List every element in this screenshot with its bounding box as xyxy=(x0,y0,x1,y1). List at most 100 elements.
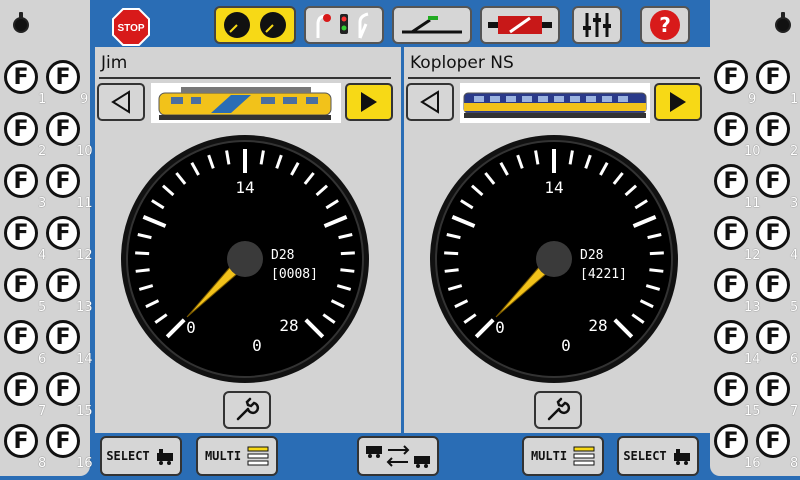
function-key[interactable]: F 11 xyxy=(714,164,761,211)
function-key[interactable]: F 15 xyxy=(46,372,93,419)
svg-text:STOP: STOP xyxy=(117,23,144,34)
function-key[interactable]: F 12 xyxy=(46,216,93,263)
loco-icon xyxy=(156,449,173,465)
loco-image[interactable] xyxy=(460,83,650,123)
function-key-number: 1 xyxy=(790,92,799,107)
gauge-tick xyxy=(135,268,150,273)
function-key[interactable]: F7 xyxy=(756,372,798,419)
function-key[interactable]: F 10 xyxy=(46,112,93,159)
function-key[interactable]: F 14 xyxy=(46,320,93,367)
list-icon xyxy=(247,446,269,466)
function-key[interactable]: F6 xyxy=(4,320,46,367)
function-key[interactable]: F 13 xyxy=(714,268,761,315)
gauge-label-max: 28 xyxy=(279,316,298,335)
handset-icon[interactable] xyxy=(12,12,30,34)
multi-label: MULTI xyxy=(530,449,568,463)
multi-button-right[interactable]: MULTI xyxy=(522,436,604,476)
wrench-button[interactable] xyxy=(223,391,271,429)
function-key[interactable]: F 15 xyxy=(714,372,761,419)
function-key[interactable]: F5 xyxy=(4,268,46,315)
help-icon: ? xyxy=(650,10,680,40)
loco-image[interactable] xyxy=(151,83,341,123)
function-key[interactable]: F9 xyxy=(46,60,88,107)
function-key[interactable]: F5 xyxy=(756,268,798,315)
function-key-symbol: F xyxy=(714,216,748,250)
function-key[interactable]: F 13 xyxy=(46,268,93,315)
function-key[interactable]: F 16 xyxy=(714,424,761,471)
forward-button[interactable] xyxy=(345,83,393,121)
function-key[interactable]: F2 xyxy=(4,112,46,159)
function-key[interactable]: F 12 xyxy=(714,216,761,263)
select-loco-button-left[interactable]: SELECT xyxy=(100,436,182,476)
function-key-symbol: F xyxy=(714,372,748,406)
loco-name: Koploper NS xyxy=(410,53,514,73)
speed-gauge[interactable]: 14 0 28 0 D28 [4221] xyxy=(428,133,680,385)
function-key[interactable]: F6 xyxy=(756,320,798,367)
function-key[interactable]: F 11 xyxy=(46,164,93,211)
track-layout-icon xyxy=(402,16,462,34)
gauge-tick xyxy=(340,268,355,273)
function-key[interactable]: F 10 xyxy=(714,112,761,159)
function-key[interactable]: F2 xyxy=(756,112,798,159)
gauge-tick xyxy=(135,251,150,256)
gauge-label-mid: 14 xyxy=(544,178,563,197)
function-key-symbol: F xyxy=(714,268,748,302)
settings-button[interactable] xyxy=(572,6,622,44)
divider xyxy=(99,77,391,79)
forward-button[interactable] xyxy=(654,83,702,121)
function-key-number: 2 xyxy=(790,144,799,159)
select-label: SELECT xyxy=(106,449,150,463)
function-key[interactable]: F1 xyxy=(756,60,798,107)
function-key[interactable]: F7 xyxy=(4,372,46,419)
gauge-tick xyxy=(444,251,459,256)
function-key-number: 5 xyxy=(790,300,799,315)
stop-button[interactable]: STOP xyxy=(112,8,150,46)
function-key-symbol: F xyxy=(46,112,80,146)
function-key-symbol: F xyxy=(46,216,80,250)
speed-readout: 0 xyxy=(561,336,571,355)
select-loco-button-right[interactable]: SELECT xyxy=(617,436,699,476)
function-key-symbol: F xyxy=(714,112,748,146)
function-key[interactable]: F4 xyxy=(756,216,798,263)
function-key[interactable]: F1 xyxy=(4,60,46,107)
locomotive-icon xyxy=(158,87,332,120)
reverse-button[interactable] xyxy=(97,83,145,121)
function-key-symbol: F xyxy=(46,320,80,354)
wrench-button[interactable] xyxy=(534,391,582,429)
function-key-symbol: F xyxy=(4,60,38,94)
function-key-number: 6 xyxy=(790,352,799,367)
loco-config-button[interactable] xyxy=(480,6,560,44)
function-key[interactable]: F8 xyxy=(756,424,798,471)
function-key[interactable]: F4 xyxy=(4,216,46,263)
track-layout-button[interactable] xyxy=(392,6,472,44)
multi-button-left[interactable]: MULTI xyxy=(196,436,278,476)
gauge-tick xyxy=(444,268,459,273)
function-key[interactable]: F 14 xyxy=(714,320,761,367)
multi-label: MULTI xyxy=(204,449,242,463)
handset-icon[interactable] xyxy=(774,12,792,34)
loco-name: Jim xyxy=(101,53,128,73)
divider xyxy=(408,77,700,79)
function-key[interactable]: F8 xyxy=(4,424,46,471)
reverse-button[interactable] xyxy=(406,83,454,121)
gauge-tick xyxy=(340,251,355,256)
speed-gauge[interactable]: 14 0 28 0 D28 [0008] xyxy=(119,133,371,385)
function-key[interactable]: F 16 xyxy=(46,424,93,471)
turnout-signal-button[interactable] xyxy=(304,6,384,44)
function-key[interactable]: F3 xyxy=(4,164,46,211)
function-key[interactable]: F3 xyxy=(756,164,798,211)
decoder-config-icon xyxy=(488,16,552,34)
function-key-number: 13 xyxy=(76,300,93,315)
swap-locos-button[interactable] xyxy=(357,436,439,476)
gauge-tick xyxy=(649,251,664,256)
sliders-icon xyxy=(583,13,611,37)
function-key-number: 16 xyxy=(76,456,93,471)
gauge-tick xyxy=(649,268,664,273)
gauge-label-min: 0 xyxy=(495,318,505,337)
throttle-view-button[interactable] xyxy=(214,6,296,44)
list-icon xyxy=(573,446,595,466)
function-key-number: 3 xyxy=(790,196,799,211)
function-key-number: 7 xyxy=(790,404,799,419)
function-key[interactable]: F9 xyxy=(714,60,756,107)
help-button[interactable]: ? xyxy=(640,6,690,44)
